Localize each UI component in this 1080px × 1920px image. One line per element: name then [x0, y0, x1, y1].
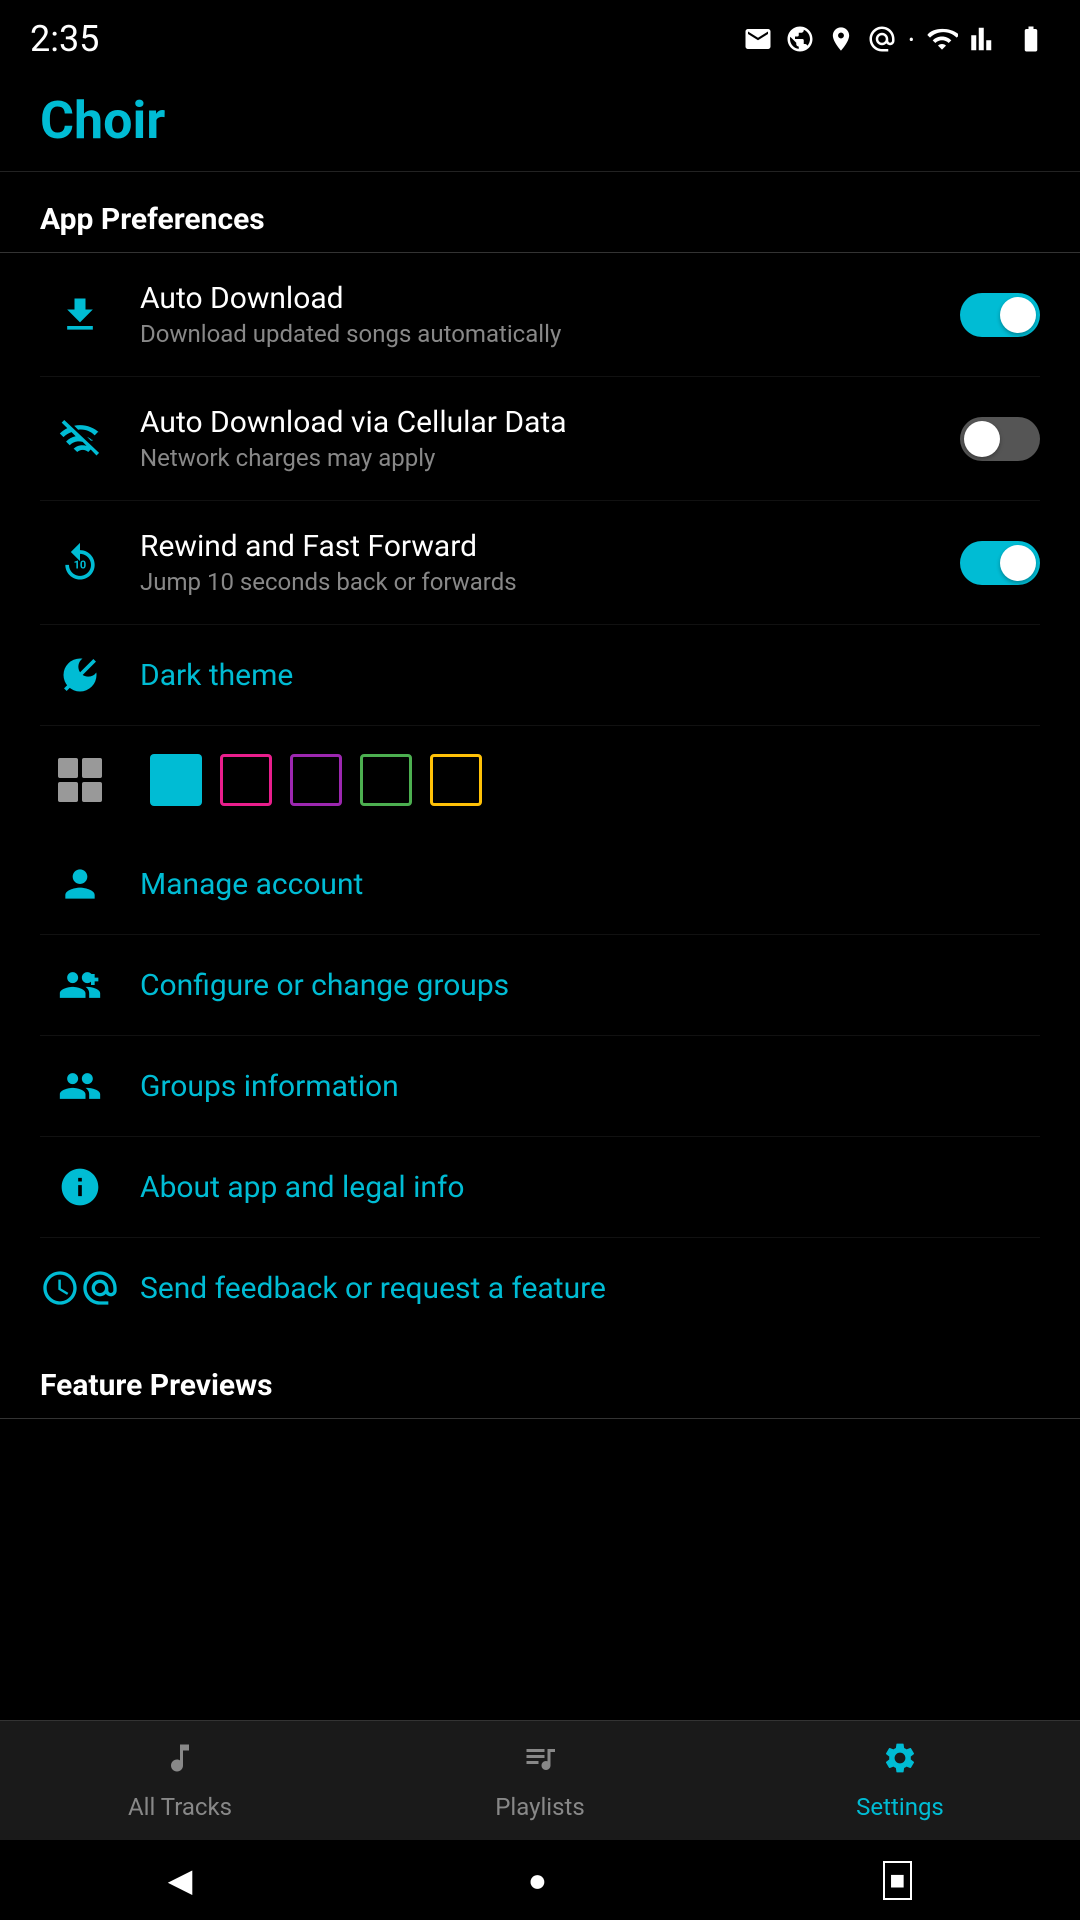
auto-download-cellular-title: Auto Download via Cellular Data [140, 405, 960, 440]
auto-download-toggle[interactable] [960, 293, 1040, 337]
swatch-purple[interactable] [290, 754, 342, 806]
download-icon [40, 293, 120, 337]
auto-download-title: Auto Download [140, 281, 960, 316]
system-nav: ◀ ● ■ [0, 1840, 1080, 1920]
groups-information-text: Groups information [140, 1069, 1040, 1104]
rewind-ff-item[interactable]: 10 Rewind and Fast Forward Jump 10 secon… [40, 501, 1040, 625]
nav-all-tracks[interactable]: All Tracks [0, 1740, 360, 1821]
rewind-ff-title: Rewind and Fast Forward [140, 529, 960, 564]
app-header: Choir [0, 70, 1080, 172]
dark-theme-icon [40, 653, 120, 697]
rewind-ff-toggle[interactable] [960, 541, 1040, 585]
nav-playlists-label: Playlists [495, 1793, 585, 1821]
auto-download-cellular-text: Auto Download via Cellular Data Network … [140, 405, 960, 472]
about-app-title: About app and legal info [140, 1170, 1040, 1205]
about-app-item[interactable]: About app and legal info [40, 1137, 1040, 1238]
groups-icon [40, 1064, 120, 1108]
app-title: Choir [40, 90, 165, 151]
auto-download-cellular-subtitle: Network charges may apply [140, 444, 960, 472]
svg-text:10: 10 [74, 558, 87, 571]
recent-button[interactable]: ■ [883, 1861, 913, 1900]
gear-icon [882, 1740, 918, 1785]
location-icon [827, 25, 855, 53]
status-time: 2:35 [30, 18, 99, 60]
auto-download-cellular-item[interactable]: Auto Download via Cellular Data Network … [40, 377, 1040, 501]
send-feedback-text: Send feedback or request a feature [140, 1271, 1040, 1306]
wifi-icon [926, 23, 958, 55]
manage-account-item[interactable]: Manage account [40, 834, 1040, 935]
configure-groups-text: Configure or change groups [140, 968, 1040, 1003]
grid-icon-container [40, 758, 120, 802]
music-note-icon [162, 1740, 198, 1785]
rewind-icon: 10 [40, 541, 120, 585]
playlist-icon [522, 1740, 558, 1785]
nav-settings[interactable]: Settings [720, 1740, 1080, 1821]
battery-icon [1012, 24, 1050, 54]
manage-account-text: Manage account [140, 867, 1040, 902]
dark-theme-text: Dark theme [140, 658, 1040, 693]
rewind-ff-text: Rewind and Fast Forward Jump 10 seconds … [140, 529, 960, 596]
theme-color-row [40, 726, 1040, 834]
swatch-green[interactable] [360, 754, 412, 806]
signal-icon [970, 24, 1000, 54]
feature-previews-header: Feature Previews [0, 1338, 1080, 1419]
dark-theme-title: Dark theme [140, 658, 1040, 693]
person-icon [40, 862, 120, 906]
groups-information-title: Groups information [140, 1069, 1040, 1104]
auto-download-item[interactable]: Auto Download Download updated songs aut… [40, 253, 1040, 377]
status-bar: 2:35 • [0, 0, 1080, 70]
send-feedback-item[interactable]: Send feedback or request a feature [40, 1238, 1040, 1338]
swatch-yellow[interactable] [430, 754, 482, 806]
nav-all-tracks-label: All Tracks [128, 1793, 232, 1821]
configure-groups-title: Configure or change groups [140, 968, 1040, 1003]
rewind-ff-subtitle: Jump 10 seconds back or forwards [140, 568, 960, 596]
home-button[interactable]: ● [528, 1861, 547, 1899]
nav-playlists[interactable]: Playlists [360, 1740, 720, 1821]
group-add-icon [40, 963, 120, 1007]
mail-icon [743, 24, 773, 54]
manage-account-title: Manage account [140, 867, 1040, 902]
nav-settings-label: Settings [856, 1793, 944, 1821]
groups-information-item[interactable]: Groups information [40, 1036, 1040, 1137]
about-app-text: About app and legal info [140, 1170, 1040, 1205]
no-wifi-icon [40, 417, 120, 461]
color-swatches [150, 754, 482, 806]
swatch-magenta[interactable] [220, 754, 272, 806]
back-button[interactable]: ◀ [168, 1861, 193, 1899]
auto-download-text: Auto Download Download updated songs aut… [140, 281, 960, 348]
at-icon [867, 24, 897, 54]
auto-download-subtitle: Download updated songs automatically [140, 320, 960, 348]
settings-list: Auto Download Download updated songs aut… [0, 253, 1080, 1338]
auto-download-cellular-toggle[interactable] [960, 417, 1040, 461]
google-icon [785, 24, 815, 54]
dot-indicator: • [909, 30, 914, 49]
grid-icon [58, 758, 102, 802]
configure-groups-item[interactable]: Configure or change groups [40, 935, 1040, 1036]
app-preferences-header: App Preferences [0, 172, 1080, 253]
feedback-icon [40, 1266, 120, 1310]
dark-theme-item[interactable]: Dark theme [40, 625, 1040, 726]
swatch-blue[interactable] [150, 754, 202, 806]
status-icons: • [743, 23, 1050, 55]
info-icon [40, 1165, 120, 1209]
bottom-nav: All Tracks Playlists Settings [0, 1720, 1080, 1840]
send-feedback-title: Send feedback or request a feature [140, 1271, 1040, 1306]
